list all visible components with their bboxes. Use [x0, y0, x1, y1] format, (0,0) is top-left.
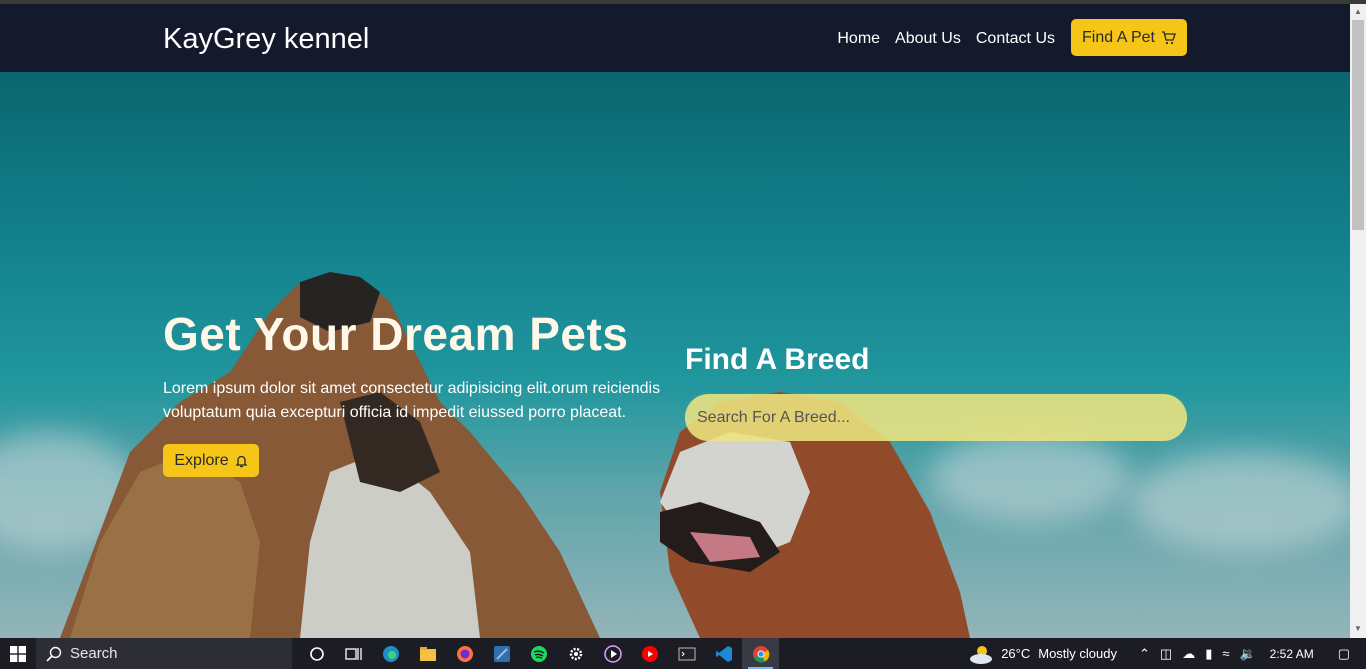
terminal-icon[interactable] — [668, 638, 705, 669]
hero-title: Get Your Dream Pets — [163, 308, 629, 360]
vscode-icon[interactable] — [705, 638, 742, 669]
volume-icon[interactable]: 🔉 — [1239, 646, 1255, 662]
navbar: KayGrey kennel Home About Us Contact Us … — [0, 4, 1350, 72]
scroll-up-icon[interactable]: ▲ — [1354, 7, 1362, 16]
start-button[interactable] — [0, 638, 36, 669]
chevron-up-icon[interactable]: ⌃ — [1139, 646, 1150, 662]
nav-link-home[interactable]: Home — [837, 30, 880, 48]
chrome-icon[interactable] — [742, 638, 779, 669]
system-tray: 26°C Mostly cloudy ⌃ ◫ ☁ ▮ ≈ 🔉 2:52 AM ▢ — [959, 638, 1366, 669]
firefox-icon[interactable] — [446, 638, 483, 669]
explore-button[interactable]: Explore — [163, 444, 259, 477]
weather-desc[interactable]: Mostly cloudy — [1038, 646, 1117, 661]
windows-logo-icon — [10, 645, 26, 662]
find-breed-title: Find A Breed — [685, 343, 870, 376]
nav-link-contact[interactable]: Contact Us — [976, 30, 1055, 48]
taskbar-search-label: Search — [70, 645, 118, 662]
youtube-music-icon[interactable] — [631, 638, 668, 669]
edge-icon[interactable] — [372, 638, 409, 669]
spotify-icon[interactable] — [520, 638, 557, 669]
file-explorer-icon[interactable] — [409, 638, 446, 669]
scroll-down-icon[interactable]: ▼ — [1354, 624, 1362, 633]
nav-link-about[interactable]: About Us — [895, 30, 961, 48]
settings-icon[interactable] — [557, 638, 594, 669]
meet-icon[interactable]: ◫ — [1160, 646, 1172, 662]
weather-temp[interactable]: 26°C — [1001, 646, 1030, 661]
find-a-pet-button[interactable]: Find A Pet — [1071, 19, 1187, 56]
page-scrollbar[interactable]: ▲ ▼ — [1350, 4, 1366, 638]
notifications-icon[interactable]: ▢ — [1338, 646, 1350, 662]
weather-icon[interactable] — [969, 643, 995, 665]
taskbar-apps — [298, 638, 779, 669]
hero-section: Get Your Dream Pets Lorem ipsum dolor si… — [0, 72, 1350, 638]
brand-logo[interactable]: KayGrey kennel — [163, 23, 369, 56]
windows-taskbar: Search 26°C Mostly cloudy ⌃ ◫ ☁ ▮ ≈ 🔉 2:… — [0, 638, 1366, 669]
clock[interactable]: 2:52 AM — [1270, 647, 1314, 661]
taskbar-search[interactable]: Search — [36, 638, 292, 669]
task-view-icon[interactable] — [335, 638, 372, 669]
media-player-icon[interactable] — [594, 638, 631, 669]
search-icon — [46, 646, 62, 662]
onedrive-icon[interactable]: ☁ — [1182, 646, 1195, 662]
nav-links: Home About Us Contact Us — [837, 30, 1055, 48]
battery-icon[interactable]: ▮ — [1205, 646, 1212, 662]
find-a-pet-label: Find A Pet — [1082, 28, 1155, 46]
hero-description: Lorem ipsum dolor sit amet consectetur a… — [163, 380, 661, 421]
cart-icon — [1161, 30, 1176, 44]
explore-label: Explore — [174, 451, 229, 469]
wifi-icon[interactable]: ≈ — [1222, 646, 1229, 661]
cortana-icon[interactable] — [298, 638, 335, 669]
bell-icon — [235, 455, 248, 467]
scroll-thumb[interactable] — [1352, 20, 1364, 230]
app-icon[interactable] — [483, 638, 520, 669]
breed-search-input[interactable] — [685, 394, 1187, 441]
